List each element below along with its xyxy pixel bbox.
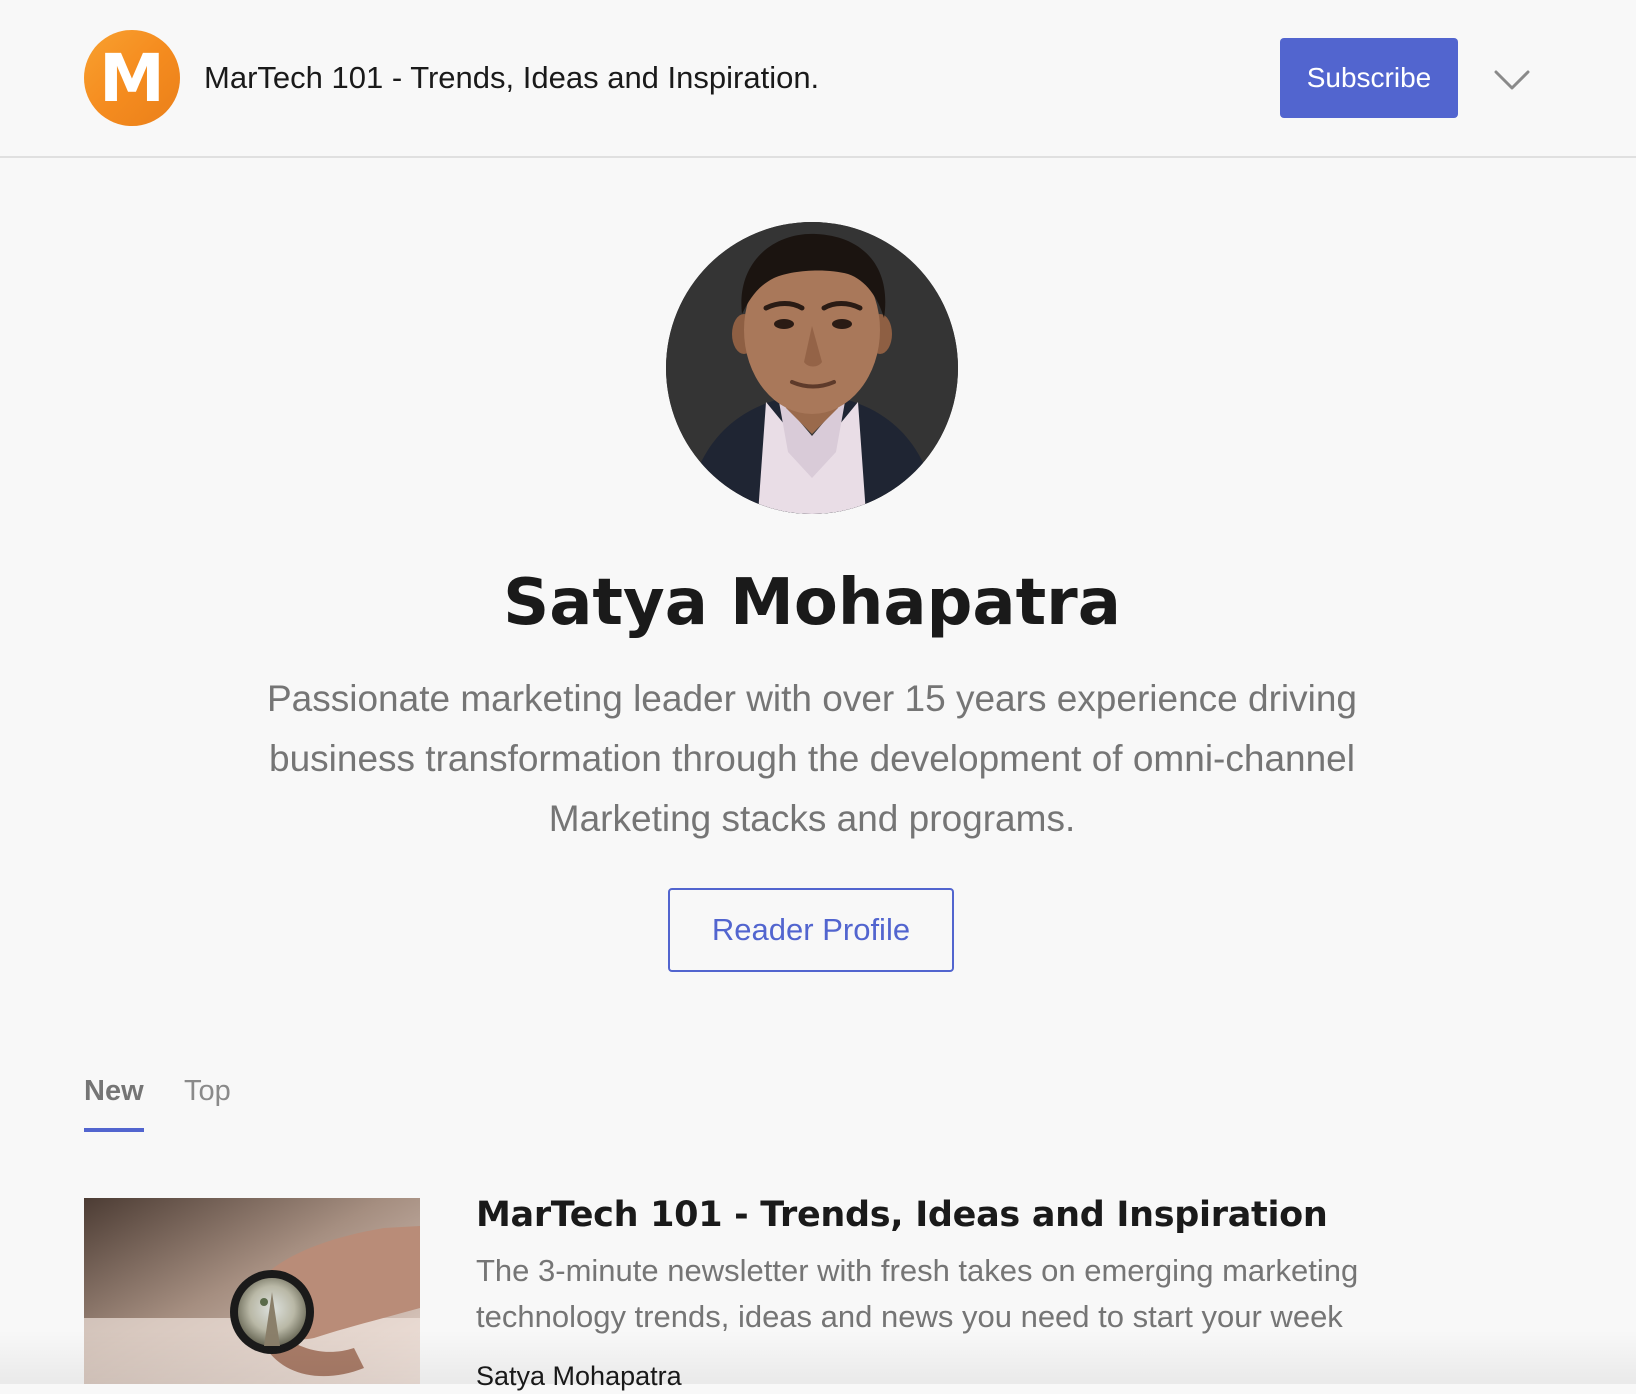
reader-profile-button[interactable]: Reader Profile [668,888,954,972]
publication-logo[interactable]: M [84,30,180,126]
post-thumbnail[interactable] [84,1198,420,1384]
tab-top[interactable]: Top [184,1072,231,1110]
chevron-down-icon[interactable] [1494,62,1530,98]
logo-letter: M [99,40,165,117]
post-author: Satya Mohapatra [476,1361,682,1391]
author-avatar [666,222,958,514]
publication-title[interactable]: MarTech 101 - Trends, Ideas and Inspirat… [204,58,819,98]
author-bio: Passionate marketing leader with over 15… [266,678,1358,839]
site-header: M MarTech 101 - Trends, Ideas and Inspir… [0,0,1636,158]
post-description: The 3-minute newsletter with fresh takes… [476,1253,1359,1334]
post-title[interactable]: MarTech 101 - Trends, Ideas and Inspirat… [476,1192,1328,1238]
tab-new[interactable]: New [84,1072,144,1110]
active-tab-indicator [84,1128,144,1132]
author-name: Satya Mohapatra [503,566,1121,640]
subscribe-button[interactable]: Subscribe [1280,38,1458,118]
